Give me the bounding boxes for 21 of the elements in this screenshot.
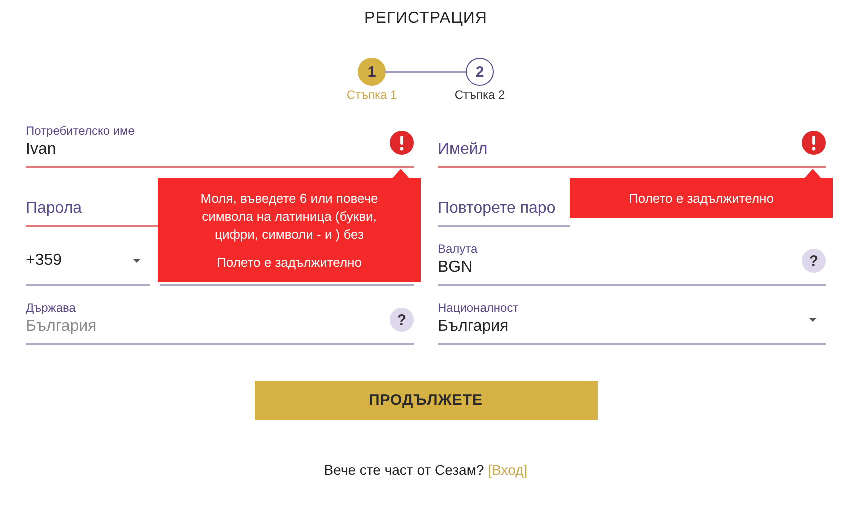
page-title: РЕГИСТРАЦИЯ [364,10,488,29]
field-value: BGN [438,259,473,277]
field-placeholder: Парола [26,200,82,218]
field-value: България [438,318,509,336]
field-placeholder: Имейл [438,141,488,159]
tooltip-text: Моля, въведете 6 или повече символа на латиница (букви, цифри, символи - и ) без [200,190,380,244]
field-label: Потребителско име [26,124,135,138]
field-label: Валута [438,242,478,256]
field-label: Националност [438,301,519,315]
field-value: България [26,318,97,336]
step-label: Стъпка 2 [454,88,506,102]
field-value: Ivan [26,141,56,159]
step-label: Стъпка 1 [346,88,398,102]
field-label: Държава [26,301,76,315]
step-number: 1 [358,58,386,86]
step-number: 2 [466,58,494,86]
field-value: +359 [26,252,64,270]
login-prompt: Вече сте част от Сезам? [324,462,484,478]
tooltip-text: Полето е задължително [217,254,362,272]
tooltip-text: Полето е задължително [629,190,774,208]
field-placeholder: Повторете паро [438,200,556,218]
